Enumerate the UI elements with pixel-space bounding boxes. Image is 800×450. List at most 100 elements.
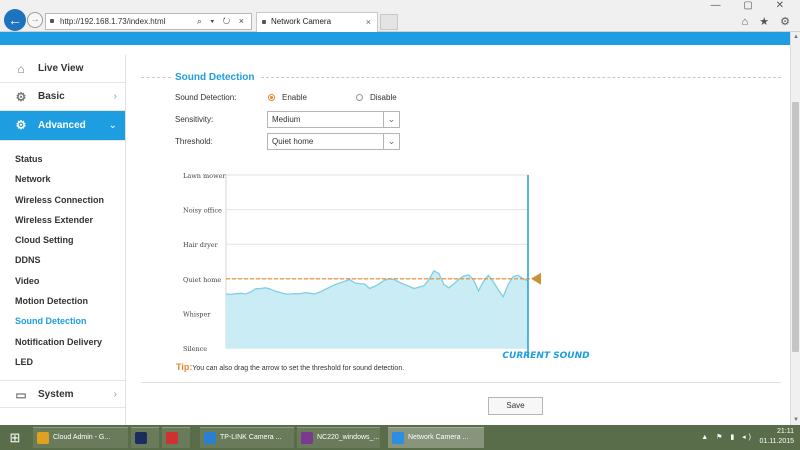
browser-chrome: ← → http://192.168.1.73/index.html ⌕ ▾ ↻…: [0, 0, 800, 32]
clock-time: 21:11: [777, 428, 794, 435]
close-tab-icon[interactable]: ×: [366, 13, 371, 31]
page-scrollbar[interactable]: ▲ ▼: [790, 32, 800, 425]
taskbar-app-label: Network Camera ...: [408, 434, 469, 441]
monitor-icon: ▭: [15, 388, 27, 403]
threshold-label: Threshold:: [175, 137, 213, 146]
disable-label[interactable]: Disable: [370, 93, 397, 102]
sidebar-item-advanced[interactable]: ⚙ Advanced ⌄: [0, 111, 125, 141]
threshold-select[interactable]: Quiet home ⌄: [267, 133, 400, 150]
sidebar-subitem[interactable]: Cloud Setting: [0, 230, 125, 250]
sidebar-subitem[interactable]: Wireless Extender: [0, 210, 125, 230]
taskbar-app-label: NC220_windows_...: [317, 434, 380, 441]
new-tab-button[interactable]: [380, 14, 398, 30]
sidebar-subitem[interactable]: Sound Detection: [0, 311, 125, 331]
window-controls[interactable]: — ▢ ✕: [711, 0, 794, 11]
save-button[interactable]: Save: [488, 397, 543, 415]
sensitivity-label: Sensitivity:: [175, 115, 214, 124]
sensitivity-value: Medium: [272, 115, 301, 124]
app-icon: [37, 432, 49, 444]
sidebar-item-label: Live View: [38, 63, 84, 74]
sidebar-subitem[interactable]: Status: [0, 149, 125, 169]
clock[interactable]: 21:11 01.11.2015: [759, 427, 794, 447]
sidebar-subitem[interactable]: LED: [0, 352, 125, 372]
divider: [141, 77, 171, 78]
sidebar-subitem[interactable]: DDNS: [0, 250, 125, 270]
app-icon: [135, 432, 147, 444]
divider: [261, 77, 781, 78]
url-text: http://192.168.1.73/index.html: [60, 17, 166, 26]
tab-network-camera[interactable]: Network Camera ×: [256, 12, 378, 32]
sidebar-item-label: System: [38, 389, 74, 401]
back-button[interactable]: ←: [4, 9, 26, 31]
taskbar: ⊞ Cloud Admin - G... TP-LINK Camera ... NC…: [0, 425, 800, 450]
scroll-down-icon[interactable]: ▼: [793, 417, 799, 423]
chevron-down-icon[interactable]: ⌄: [383, 112, 399, 127]
sidebar-subitem[interactable]: Network: [0, 169, 125, 189]
taskbar-app-label: Cloud Admin - G...: [53, 434, 111, 441]
divider: [141, 382, 781, 383]
address-tools[interactable]: ⌕ ▾ ↻ ×: [197, 14, 247, 29]
disable-radio[interactable]: [356, 94, 363, 101]
level-label: Hair dryer: [183, 241, 219, 249]
sidebar-item-basic[interactable]: ⚙ Basic ›: [0, 83, 125, 111]
level-label: Lawn mower: [183, 172, 226, 180]
app-icon: [204, 432, 216, 444]
enable-label[interactable]: Enable: [282, 93, 307, 102]
sound-detection-label: Sound Detection:: [175, 93, 237, 102]
scroll-thumb[interactable]: [792, 102, 799, 352]
gears-icon: ⚙: [15, 118, 27, 132]
sound-level-chart[interactable]: Silence Whisper Quiet home Hair dryer Noisy …: [175, 168, 595, 363]
app-icon: [392, 432, 404, 444]
chevron-right-icon: ›: [113, 91, 117, 102]
taskbar-app[interactable]: [131, 427, 159, 448]
app-icon: [301, 432, 313, 444]
sidebar-subitem[interactable]: Motion Detection: [0, 291, 125, 311]
tray-icons[interactable]: ▲ ⚑ ▮ ◂): [701, 433, 754, 441]
enable-radio[interactable]: [268, 94, 275, 101]
address-bar[interactable]: http://192.168.1.73/index.html ⌕ ▾ ↻ ×: [45, 13, 252, 30]
taskbar-app[interactable]: [162, 427, 190, 448]
browser-toolbar-icons[interactable]: ⌂ ★ ⚙: [742, 15, 794, 28]
main-content: Sound Detection Sound Detection: Enable …: [127, 45, 790, 425]
app-header: [0, 32, 790, 45]
page-icon: [262, 20, 266, 24]
level-label: Whisper: [183, 310, 211, 318]
clock-date: 01.11.2015: [759, 438, 794, 445]
current-sound-label: CURRENT SOUND: [502, 351, 590, 361]
chevron-right-icon: ›: [113, 389, 117, 401]
app-icon: [166, 432, 178, 444]
forward-button[interactable]: →: [27, 12, 43, 28]
sensitivity-select[interactable]: Medium ⌄: [267, 111, 400, 128]
sidebar-subitem[interactable]: Wireless Connection: [0, 190, 125, 210]
advanced-submenu: Status Network Wireless Connection Wireless…: [0, 149, 125, 372]
sidebar-subitem[interactable]: Notification Delivery: [0, 332, 125, 352]
threshold-arrow-handle[interactable]: [531, 272, 541, 285]
chevron-down-icon[interactable]: ⌄: [383, 134, 399, 149]
taskbar-app[interactable]: Network Camera ...: [388, 427, 484, 448]
tip-label: Tip:: [176, 362, 193, 372]
sidebar-subitem[interactable]: Video: [0, 271, 125, 291]
tip: Tip:You can also drag the arrow to set t…: [176, 362, 404, 372]
windows-start-icon[interactable]: ⊞: [7, 430, 23, 446]
sidebar-item-live-view[interactable]: ⌂ Live View: [0, 55, 125, 83]
section-title: Sound Detection: [175, 72, 255, 83]
scroll-up-icon[interactable]: ▲: [793, 34, 799, 40]
sidebar-item-system[interactable]: ▭ System ›: [0, 380, 125, 409]
threshold-value: Quiet home: [272, 137, 314, 146]
gear-icon: ⚙: [15, 90, 27, 104]
level-label: Silence: [183, 345, 207, 353]
taskbar-app[interactable]: Cloud Admin - G...: [33, 427, 128, 448]
sidebar: ⌂ Live View ⚙ Basic › ⚙ Advanced ⌄ Statu…: [0, 55, 126, 425]
level-label: Quiet home: [183, 276, 221, 284]
taskbar-app[interactable]: TP-LINK Camera ...: [200, 427, 294, 448]
chevron-down-icon: ⌄: [108, 120, 117, 131]
tip-text: You can also drag the arrow to set the t…: [192, 365, 405, 372]
home-icon: ⌂: [17, 62, 25, 76]
tab-title: Network Camera: [271, 17, 332, 26]
taskbar-app[interactable]: NC220_windows_...: [297, 427, 380, 448]
taskbar-app-label: TP-LINK Camera ...: [220, 434, 282, 441]
sidebar-item-label: Basic: [38, 91, 65, 102]
page-icon: [50, 19, 54, 23]
